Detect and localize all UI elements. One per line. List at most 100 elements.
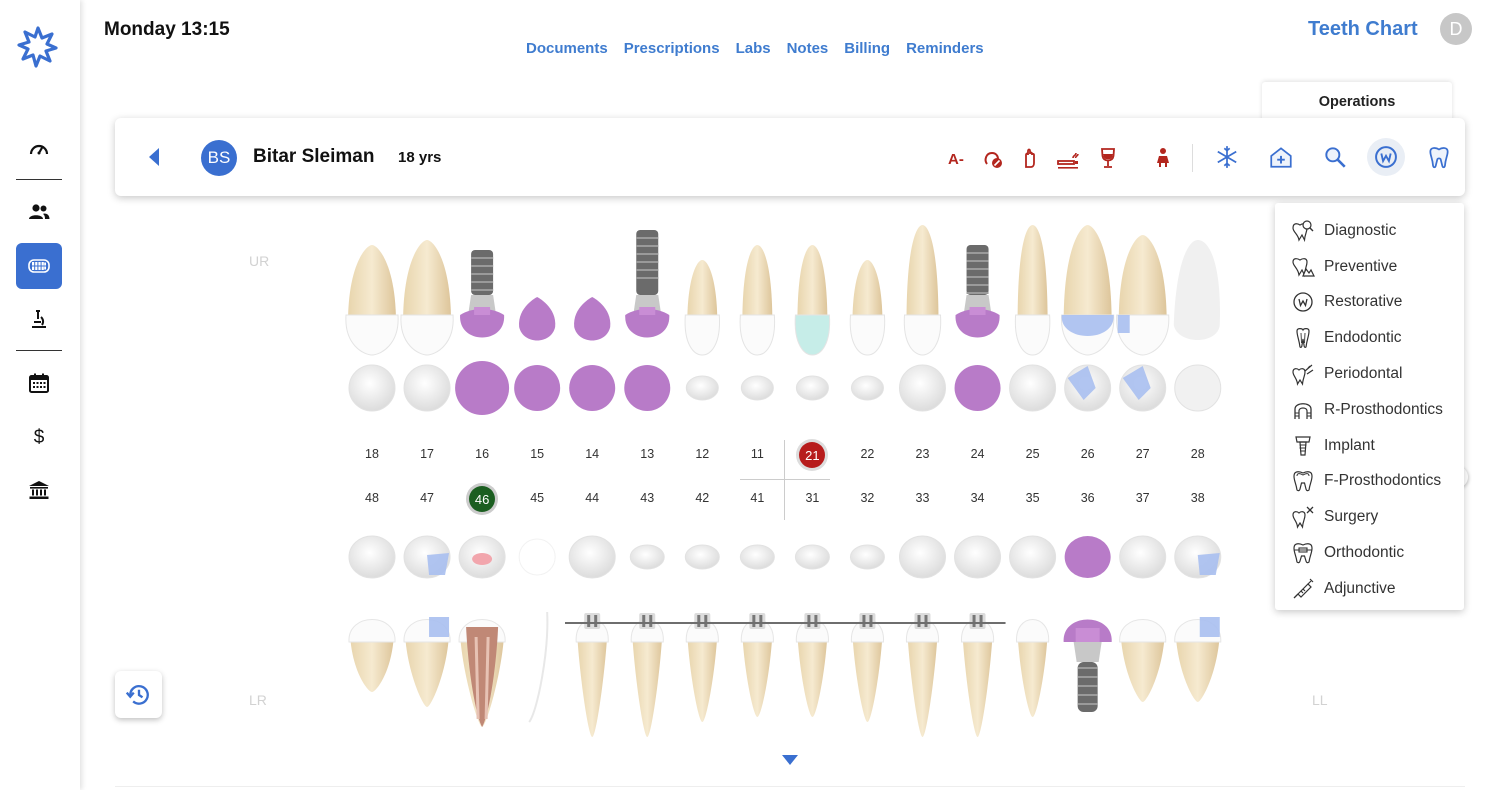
lower-tooth-31[interactable]	[795, 613, 829, 717]
upper-occlusal-22[interactable]	[850, 375, 884, 401]
lower-occlusal-47[interactable]	[403, 535, 451, 579]
upper-occlusal-17[interactable]	[403, 364, 451, 412]
tooth-number[interactable]: 25	[1013, 447, 1053, 461]
sidebar-item-calendar[interactable]	[16, 360, 62, 406]
tooth-number[interactable]: 11	[737, 447, 777, 461]
operation-periodontal[interactable]: Periodontal	[1275, 356, 1464, 392]
app-logo[interactable]	[16, 24, 60, 68]
add-treatment-button[interactable]	[1266, 142, 1296, 172]
lower-occlusal-48[interactable]	[348, 535, 396, 579]
tooth-number[interactable]: 22	[847, 447, 887, 461]
lower-occlusal-44[interactable]	[568, 535, 616, 579]
operations-tool-button[interactable]	[1367, 138, 1405, 176]
lower-tooth-47[interactable]	[403, 617, 451, 707]
sidebar-item-billing[interactable]: $	[16, 413, 62, 459]
tooth-number[interactable]: 13	[627, 447, 667, 461]
upper-occlusal-18[interactable]	[348, 364, 396, 412]
operation-surgery[interactable]: Surgery	[1275, 499, 1464, 535]
back-arrow-icon[interactable]	[147, 147, 161, 167]
lower-occlusal-45[interactable]	[518, 538, 556, 576]
tooth-number[interactable]: 44	[572, 491, 612, 505]
upper-occlusal-26[interactable]	[1064, 364, 1112, 412]
hand-alert-icon[interactable]	[1018, 146, 1042, 170]
lower-tooth-43[interactable]	[630, 613, 664, 737]
lower-occlusal-41[interactable]	[739, 544, 775, 570]
sidebar-item-teeth-chart[interactable]	[16, 243, 62, 289]
lower-occlusal-36[interactable]	[1064, 536, 1111, 578]
upper-tooth-16[interactable]	[460, 250, 505, 338]
upper-occlusal-14[interactable]	[569, 365, 616, 411]
lower-occlusal-31[interactable]	[794, 544, 830, 570]
lower-tooth-41[interactable]	[740, 613, 774, 717]
tooth-number[interactable]: 41	[737, 491, 777, 505]
tooth-number[interactable]: 31	[792, 491, 832, 505]
lower-tooth-34[interactable]	[961, 613, 995, 737]
tooth-number[interactable]: 36	[1068, 491, 1108, 505]
upper-tooth-28[interactable]	[1173, 240, 1220, 340]
lower-tooth-44[interactable]	[575, 613, 609, 737]
tooth-number[interactable]: 33	[903, 491, 943, 505]
tooth-number[interactable]: 48	[352, 491, 392, 505]
examine-tool-button[interactable]	[1320, 142, 1350, 172]
upper-occlusal-23[interactable]	[899, 364, 946, 412]
upper-tooth-21[interactable]	[794, 245, 831, 356]
upper-tooth-23[interactable]	[903, 225, 942, 356]
tooth-number[interactable]: 12	[682, 447, 722, 461]
upper-occlusal-24[interactable]	[954, 365, 1001, 411]
upper-tooth-15[interactable]	[519, 297, 556, 341]
lower-tooth-32[interactable]	[850, 613, 884, 722]
lower-occlusal-42[interactable]	[684, 544, 720, 570]
tooth-number[interactable]: 14	[572, 447, 612, 461]
lower-tooth-45[interactable]	[528, 611, 549, 723]
tooth-number[interactable]: 18	[352, 447, 392, 461]
tooth-number[interactable]: 45	[517, 491, 557, 505]
upper-occlusal-27[interactable]	[1119, 364, 1167, 412]
upper-occlusal-21[interactable]	[795, 375, 829, 401]
history-button[interactable]	[115, 671, 162, 718]
lower-occlusal-43[interactable]	[629, 544, 665, 570]
smoking-alert-icon[interactable]	[1056, 146, 1080, 170]
tooth-number[interactable]: 34	[958, 491, 998, 505]
lower-occlusal-34[interactable]	[954, 535, 1002, 579]
tooth-number[interactable]: 26	[1068, 447, 1108, 461]
operation-r-prosthodontics[interactable]: R-Prosthodontics	[1275, 392, 1464, 428]
operation-diagnostic[interactable]: Diagnostic	[1275, 213, 1464, 249]
upper-tooth-18[interactable]	[345, 245, 399, 356]
tooth-number[interactable]: 35	[1013, 491, 1053, 505]
tooth-number[interactable]: 16	[462, 447, 502, 461]
tooth-number[interactable]: 38	[1178, 491, 1218, 505]
tooth-number[interactable]: 17	[407, 447, 447, 461]
lower-tooth-42[interactable]	[685, 613, 719, 722]
upper-tooth-26[interactable]	[1061, 225, 1115, 356]
upper-tooth-12[interactable]	[684, 260, 720, 356]
upper-tooth-27[interactable]	[1116, 235, 1170, 356]
operation-orthodontic[interactable]: Orthodontic	[1275, 535, 1464, 571]
tooth-number[interactable]: 42	[682, 491, 722, 505]
tooth-number[interactable]: 37	[1123, 491, 1163, 505]
blood-type-alert[interactable]: A-	[948, 151, 964, 168]
tooth-number[interactable]: 27	[1123, 447, 1163, 461]
lower-tooth-38[interactable]	[1174, 617, 1222, 702]
sidebar-item-labs[interactable]	[16, 296, 62, 342]
lower-occlusal-37[interactable]	[1119, 535, 1167, 579]
lower-occlusal-35[interactable]	[1009, 535, 1057, 579]
tooth-number[interactable]: 47	[407, 491, 447, 505]
lower-tooth-46[interactable]	[458, 619, 506, 728]
upper-tooth-25[interactable]	[1014, 225, 1051, 356]
upper-occlusal-16[interactable]	[455, 361, 510, 415]
lower-tooth-33[interactable]	[905, 613, 940, 737]
upper-tooth-17[interactable]	[400, 240, 454, 356]
lower-occlusal-46[interactable]	[458, 535, 506, 579]
tooth-view-button[interactable]	[1424, 142, 1454, 172]
tooth-number[interactable]: 32	[847, 491, 887, 505]
tooth-number[interactable]: 15	[517, 447, 557, 461]
upper-occlusal-28[interactable]	[1174, 364, 1222, 412]
lower-occlusal-38[interactable]	[1174, 535, 1222, 579]
operation-restorative[interactable]: Restorative	[1275, 285, 1464, 321]
upper-tooth-13[interactable]	[625, 230, 670, 338]
upper-occlusal-15[interactable]	[514, 365, 561, 411]
upper-occlusal-13[interactable]	[624, 365, 671, 411]
upper-occlusal-11[interactable]	[740, 375, 774, 401]
upper-tooth-22[interactable]	[849, 260, 886, 356]
lower-tooth-36[interactable]	[1063, 619, 1112, 713]
